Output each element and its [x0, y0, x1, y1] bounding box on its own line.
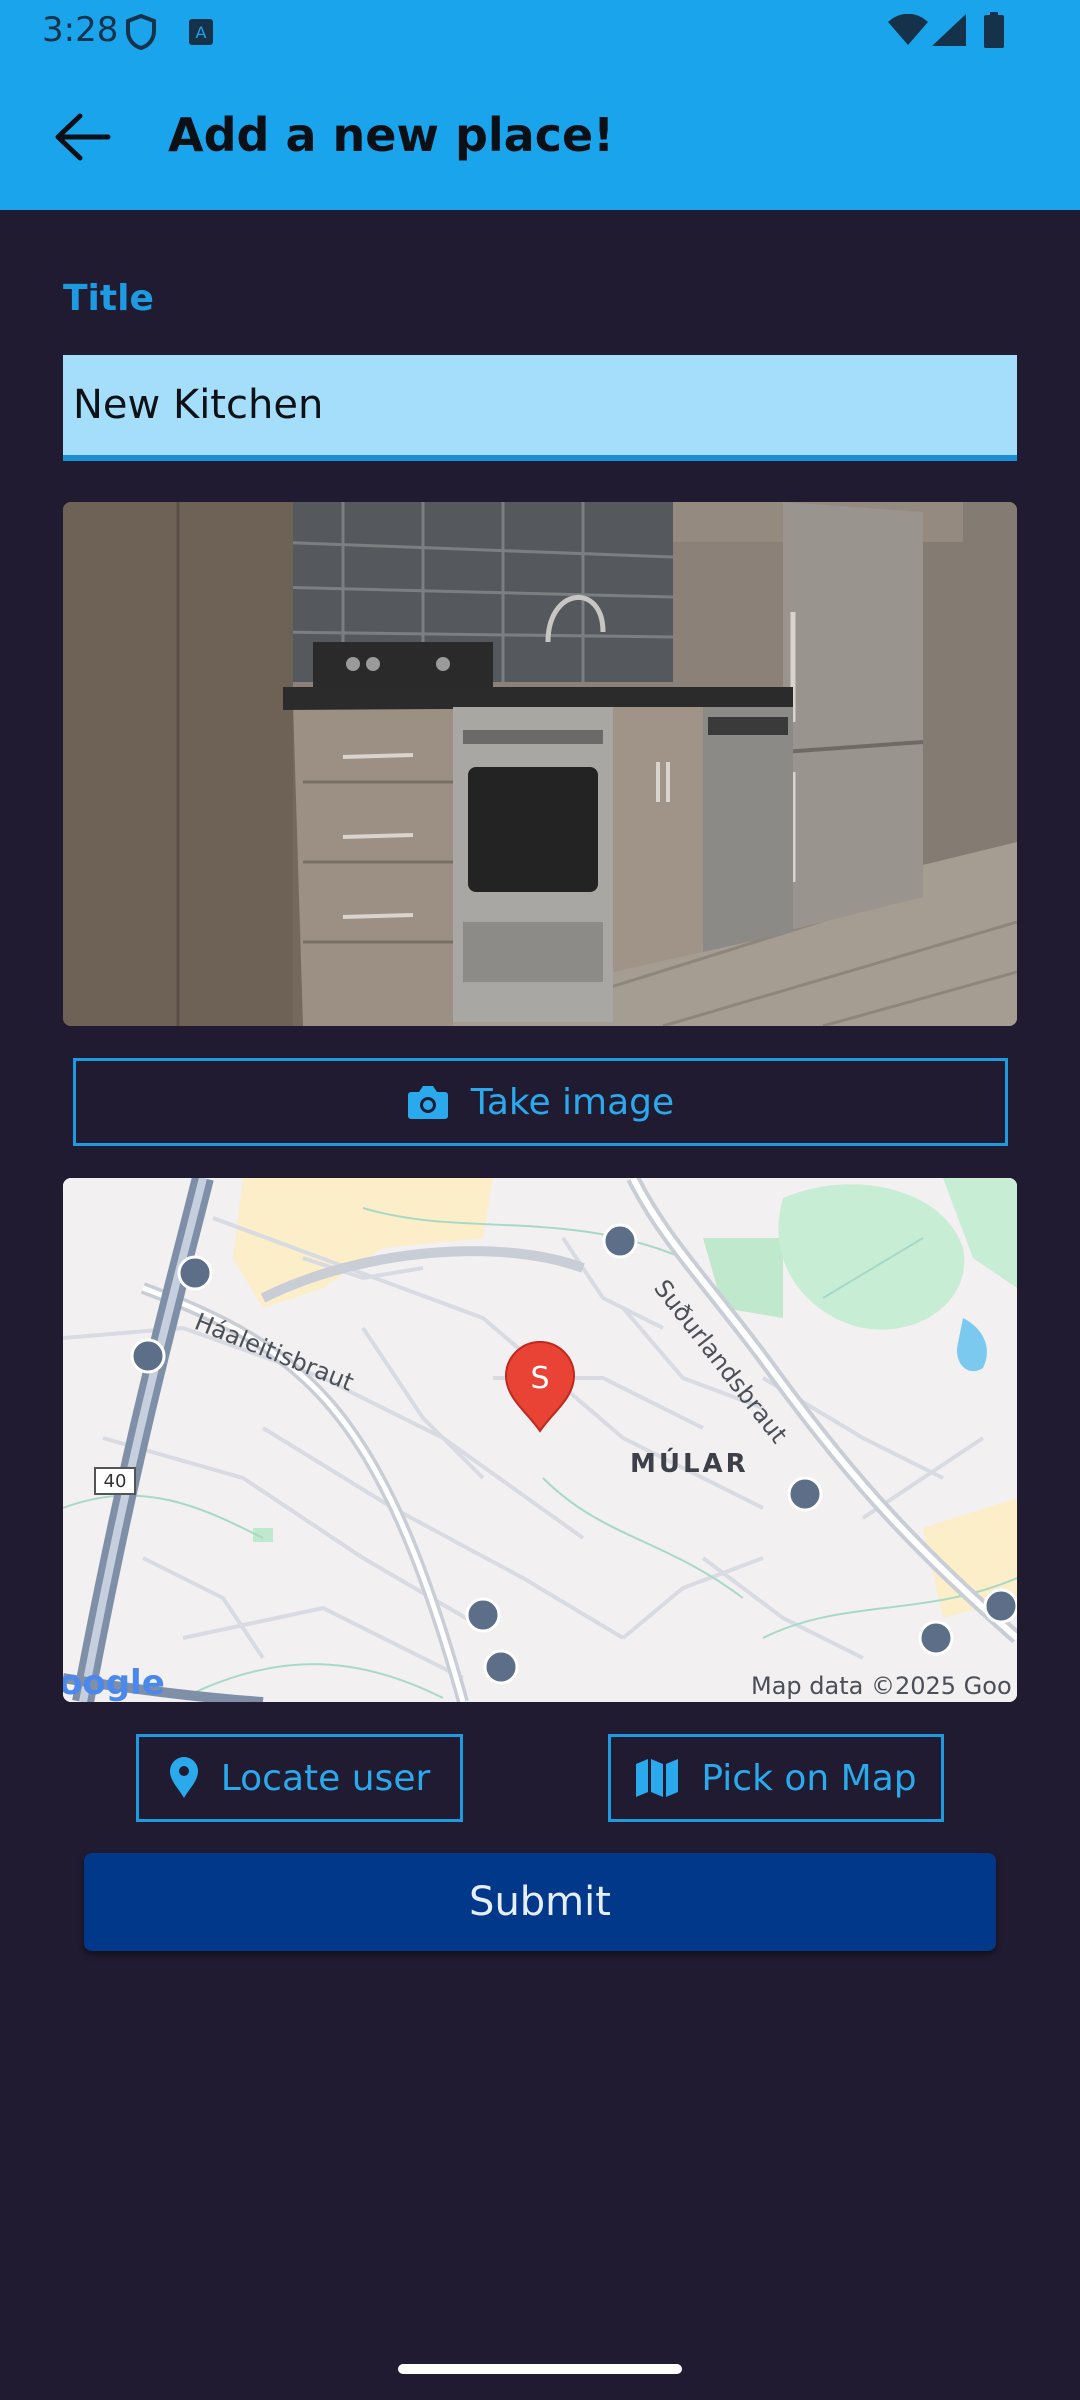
- app-bar: Add a new place!: [0, 64, 1080, 210]
- signal-icon: [932, 14, 966, 46]
- submit-button[interactable]: Submit: [84, 1853, 996, 1951]
- map-marker-label: S: [530, 1361, 549, 1396]
- map-illustration: 40 Háaleitisbraut Suðurlandsbraut MÚLAR …: [63, 1178, 1017, 1702]
- pick-on-map-button[interactable]: Pick on Map: [608, 1734, 944, 1822]
- title-label: Title: [63, 278, 154, 319]
- map-attribution: Map data ©2025 Goo: [751, 1672, 1012, 1700]
- locate-user-label: Locate user: [220, 1757, 431, 1799]
- wifi-icon: [888, 14, 928, 45]
- camera-icon: [407, 1086, 448, 1119]
- battery-icon: [984, 12, 1004, 48]
- title-input[interactable]: [63, 355, 1017, 461]
- kitchen-photo-illustration: [63, 502, 1017, 1026]
- keyboard-a-icon: A: [189, 19, 213, 45]
- status-bar: 3:28 A: [0, 0, 1080, 64]
- google-logo: oogle: [63, 1663, 165, 1702]
- place-image: [63, 502, 1017, 1026]
- road-number-label: 40: [104, 1471, 127, 1492]
- map-icon: [636, 1759, 679, 1797]
- district-label: MÚLAR: [630, 1447, 749, 1479]
- pick-on-map-label: Pick on Map: [701, 1757, 917, 1799]
- home-indicator[interactable]: [398, 2364, 682, 2374]
- take-image-button[interactable]: Take image: [73, 1058, 1008, 1146]
- take-image-label: Take image: [470, 1081, 675, 1123]
- locate-user-button[interactable]: Locate user: [136, 1734, 463, 1822]
- svg-text:A: A: [196, 23, 207, 42]
- arrow-left-icon[interactable]: [52, 110, 112, 164]
- page-title: Add a new place!: [168, 108, 615, 162]
- location-pin-icon: [169, 1757, 198, 1798]
- status-time: 3:28: [42, 10, 119, 50]
- map-preview[interactable]: 40 Háaleitisbraut Suðurlandsbraut MÚLAR …: [63, 1178, 1017, 1702]
- shield-icon: [126, 14, 156, 50]
